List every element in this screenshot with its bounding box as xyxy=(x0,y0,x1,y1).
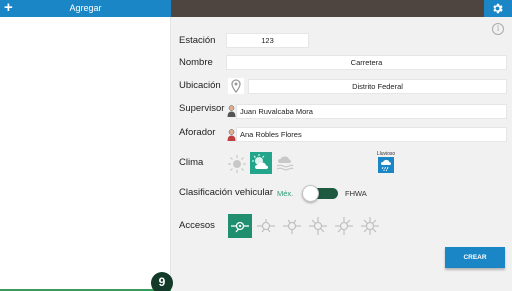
access-1-icon[interactable] xyxy=(228,214,252,238)
access-4-icon[interactable] xyxy=(306,214,330,238)
fhwa-option-label[interactable]: FHWA xyxy=(345,189,367,198)
estacion-field[interactable]: 123 xyxy=(226,33,309,48)
top-bar xyxy=(171,0,512,17)
settings-button[interactable] xyxy=(484,0,512,17)
aforador-label: Aforador xyxy=(179,127,216,138)
ubicacion-field[interactable]: Distrito Federal xyxy=(248,79,507,94)
floating-action-button[interactable]: 9 xyxy=(151,272,173,291)
rain-icon[interactable] xyxy=(378,157,394,173)
aforador-person-icon xyxy=(227,128,236,141)
access-2-icon[interactable] xyxy=(254,214,278,238)
nombre-label: Nombre xyxy=(179,57,213,68)
aforador-field[interactable]: Ana Robles Flores xyxy=(236,127,507,142)
toggle-knob[interactable] xyxy=(302,185,319,202)
supervisor-field[interactable]: Juan Ruvalcaba Mora xyxy=(236,104,507,119)
supervisor-label: Supervisor xyxy=(179,103,225,114)
left-header: + Agregar xyxy=(0,0,171,17)
clima-label: Clima xyxy=(179,157,204,168)
left-panel-title: Agregar xyxy=(69,3,102,13)
mex-option-label[interactable]: Méx. xyxy=(277,189,293,198)
info-icon[interactable]: i xyxy=(492,23,504,35)
location-pin-icon[interactable] xyxy=(228,78,244,94)
create-button[interactable]: CREAR xyxy=(445,247,505,268)
accesos-label: Accesos xyxy=(179,220,215,231)
estacion-label: Estación xyxy=(179,35,216,46)
left-panel: + Agregar xyxy=(0,0,171,291)
supervisor-person-icon xyxy=(227,104,236,117)
partly-cloudy-icon[interactable] xyxy=(250,152,272,174)
access-5-icon[interactable] xyxy=(332,214,356,238)
nombre-field[interactable]: Carretera xyxy=(226,55,507,70)
access-3-icon[interactable] xyxy=(280,214,304,238)
clasificacion-label: Clasificación vehicular xyxy=(179,187,273,198)
ubicacion-label: Ubicación xyxy=(179,80,221,91)
fog-icon[interactable] xyxy=(274,152,296,174)
access-6-icon[interactable] xyxy=(358,214,382,238)
gear-icon xyxy=(493,3,503,14)
sunny-icon[interactable] xyxy=(226,152,248,174)
